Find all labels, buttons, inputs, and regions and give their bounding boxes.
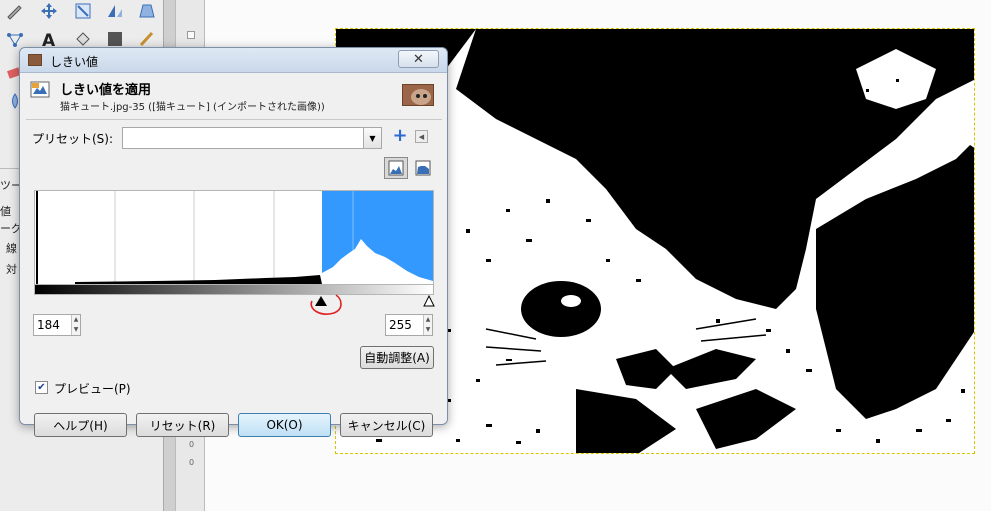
spin-down-icon[interactable]: ▼ <box>424 325 432 335</box>
red-circle-annotation <box>306 287 346 319</box>
high-threshold-spinbox[interactable]: 255 ▲ ▼ <box>385 314 433 336</box>
window-title: しきい値 <box>50 55 99 69</box>
move-tool-icon[interactable] <box>38 0 60 22</box>
flip-tool-icon[interactable] <box>104 0 126 22</box>
auto-button[interactable]: 自動調整(A) <box>360 346 434 369</box>
ruler-tick: 0 <box>189 440 195 449</box>
threshold-icon <box>30 80 50 100</box>
spin-up-icon[interactable]: ▲ <box>72 315 80 325</box>
cancel-button[interactable]: キャンセル(C) <box>340 413 433 437</box>
ok-button[interactable]: OK(O) <box>238 413 331 437</box>
reset-button[interactable]: リセット(R) <box>136 413 229 437</box>
perspective-tool-icon[interactable] <box>136 0 158 22</box>
ruler-tick: 0 <box>189 458 195 467</box>
low-threshold-stepper[interactable]: ▲ ▼ <box>71 315 80 335</box>
dialog-body: しきい値を適用 猫キュート.jpg-35 ([猫キュート] (インポートされた画… <box>20 74 447 437</box>
scale-tool-icon[interactable] <box>72 0 94 22</box>
log-histogram-icon[interactable] <box>412 157 434 179</box>
plus-icon[interactable]: + <box>391 126 409 146</box>
high-threshold-handle[interactable] <box>423 294 435 307</box>
tool-options-label-value: 値 <box>0 205 11 218</box>
window-icon <box>28 54 42 66</box>
tool-options-label-line: 線 <box>6 242 17 255</box>
preset-combobox[interactable]: ▼ <box>122 127 382 149</box>
high-threshold-stepper[interactable]: ▲ ▼ <box>423 315 432 335</box>
preview-label[interactable]: プレビュー(P) <box>54 380 131 397</box>
preview-checkbox[interactable]: ✔ <box>35 381 48 394</box>
close-icon: ✕ <box>413 51 424 67</box>
threshold-slider[interactable] <box>34 295 434 309</box>
dialog-titlebar[interactable]: しきい値 ✕ <box>20 48 447 73</box>
histogram[interactable] <box>34 190 434 285</box>
spin-up-icon[interactable]: ▲ <box>424 315 432 325</box>
header-separator <box>26 119 442 120</box>
help-button[interactable]: ヘルプ(H) <box>34 413 127 437</box>
spin-down-icon[interactable]: ▼ <box>72 325 80 335</box>
preset-menu-icon[interactable]: ◀ <box>415 130 428 143</box>
value-gradient-bar <box>34 285 434 295</box>
low-threshold-spinbox[interactable]: 184 ▲ ▼ <box>33 314 81 336</box>
threshold-dialog: しきい値 ✕ しきい値を適用 猫キュート.jpg-35 ([猫キュート] (イン… <box>19 47 448 437</box>
ruler-marker <box>187 31 195 39</box>
preset-label: プリセット(S): <box>32 132 114 146</box>
dialog-header-subtitle: 猫キュート.jpg-35 ([猫キュート] (インポートされた画像)) <box>60 102 325 113</box>
linear-histogram-icon[interactable] <box>384 157 408 179</box>
pencil-tool-icon[interactable] <box>4 0 26 22</box>
low-threshold-value: 184 <box>37 318 60 332</box>
close-button[interactable]: ✕ <box>398 50 439 68</box>
high-threshold-value: 255 <box>389 318 412 332</box>
chevron-down-icon[interactable]: ▼ <box>363 128 381 148</box>
dialog-header-title: しきい値を適用 <box>60 83 152 98</box>
image-thumbnail <box>402 84 434 106</box>
tool-options-label-target: 対 <box>6 263 17 276</box>
